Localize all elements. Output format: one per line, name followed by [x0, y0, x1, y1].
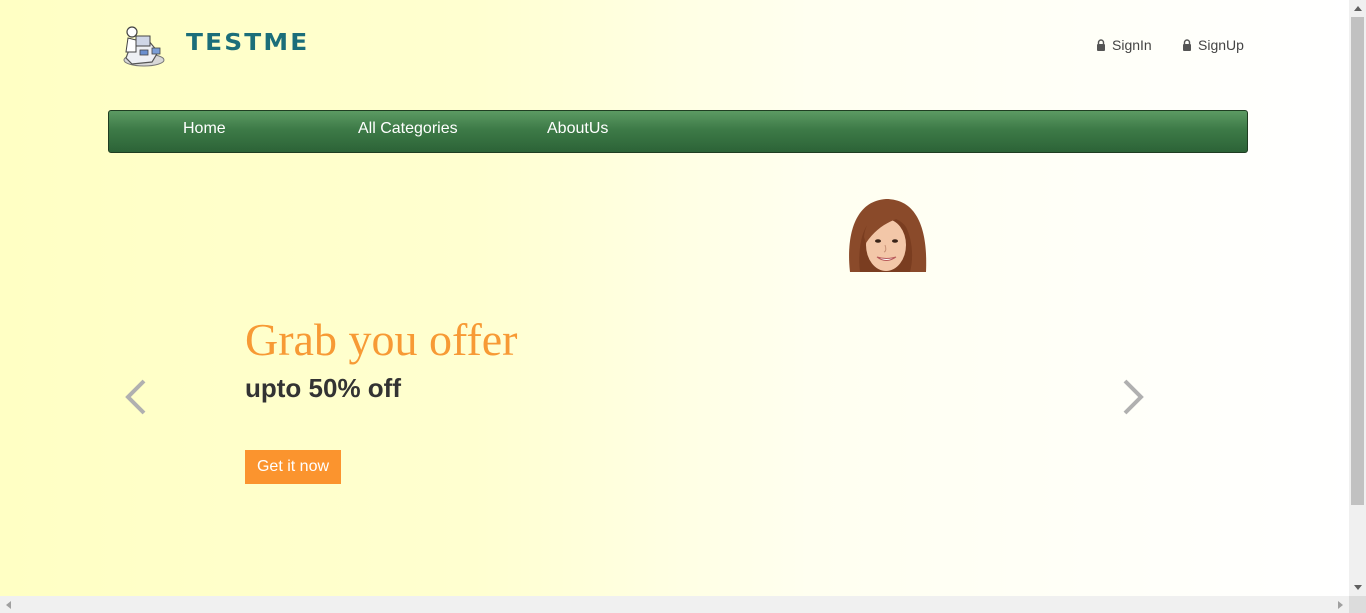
nav-item-aboutus[interactable]: AboutUs	[547, 120, 608, 138]
hero-headline: Grab you offer	[245, 314, 518, 365]
signup-link[interactable]: SignUp	[1182, 37, 1244, 53]
lock-icon	[1097, 39, 1105, 51]
scroll-down-icon[interactable]	[1349, 579, 1366, 596]
vertical-scroll-thumb[interactable]	[1351, 17, 1364, 505]
page-viewport: TESTME SignIn SignUp Home All Categories…	[0, 0, 1349, 596]
signin-label: SignIn	[1112, 37, 1152, 53]
brand-name[interactable]: TESTME	[186, 30, 309, 56]
signin-link[interactable]: SignIn	[1096, 37, 1152, 53]
horizontal-scrollbar[interactable]	[0, 596, 1349, 613]
scroll-up-icon[interactable]	[1349, 0, 1366, 17]
signup-label: SignUp	[1198, 37, 1244, 53]
main-navbar: Home All Categories AboutUs	[108, 110, 1248, 153]
chevron-left-icon[interactable]	[124, 378, 148, 416]
hero-woman-image	[849, 199, 927, 272]
lock-icon	[1183, 39, 1191, 51]
nav-item-all-categories[interactable]: All Categories	[358, 120, 458, 138]
scroll-right-icon[interactable]	[1332, 596, 1349, 613]
scrollbar-corner	[1349, 596, 1366, 613]
scroll-left-icon[interactable]	[0, 596, 17, 613]
logo[interactable]	[118, 22, 168, 68]
hero-subheadline: upto 50% off	[245, 373, 401, 403]
get-it-now-button[interactable]: Get it now	[245, 450, 341, 484]
nav-item-home[interactable]: Home	[183, 120, 226, 138]
chevron-right-icon[interactable]	[1121, 378, 1145, 416]
